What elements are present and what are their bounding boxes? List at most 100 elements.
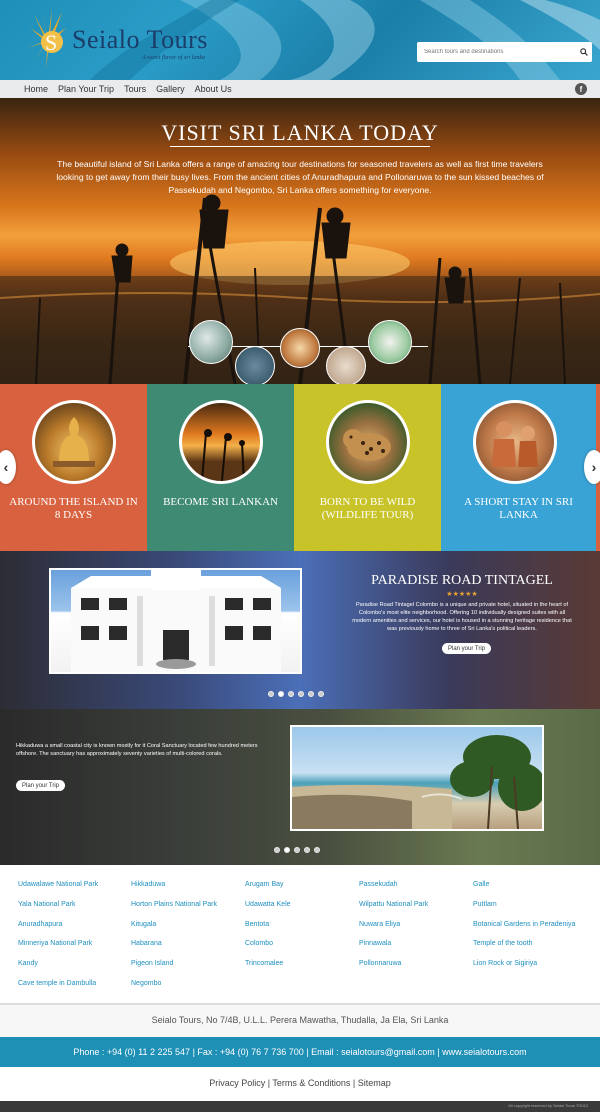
plan-your-trip-button[interactable]: Plan your Trip bbox=[442, 643, 492, 654]
hero-thumbnail-2[interactable] bbox=[235, 346, 275, 384]
tour-tile-short-stay[interactable]: A Short Stay in Sri Lanka bbox=[441, 384, 597, 551]
hotel-image bbox=[49, 568, 302, 674]
main-nav: Home Plan Your Trip Tours Gallery About … bbox=[0, 80, 600, 98]
slider-dot[interactable] bbox=[314, 847, 320, 853]
destination-link[interactable]: Pinnawala bbox=[359, 934, 428, 954]
destination-link[interactable]: Bentota bbox=[245, 915, 291, 935]
site-header: S Seialo Tours A sweet flavor of sri lan… bbox=[0, 0, 600, 80]
destination-link[interactable]: Horton Plains National Park bbox=[131, 895, 217, 915]
hero-thumbnail-5[interactable] bbox=[368, 320, 412, 364]
tour-tile-wildlife[interactable]: Born to be wild (Wildlife Tour) bbox=[294, 384, 442, 551]
slider-dot[interactable] bbox=[274, 847, 280, 853]
hero-thumbnail-1[interactable] bbox=[189, 320, 233, 364]
slider-dot[interactable] bbox=[294, 847, 300, 853]
hero-description: The beautiful island of Sri Lanka offers… bbox=[56, 159, 544, 195]
slider-dot[interactable] bbox=[298, 691, 304, 697]
hotel-rating-stars: ★★★★★ bbox=[446, 591, 478, 598]
destination-link[interactable]: Kitugala bbox=[131, 915, 217, 935]
tour-label: Born to be wild (Wildlife Tour) bbox=[319, 496, 416, 521]
destination-column-4: Passekudah Wilpattu National Park Nuwara… bbox=[359, 875, 428, 974]
slider-dot[interactable] bbox=[318, 691, 324, 697]
nav-item-gallery[interactable]: Gallery bbox=[156, 84, 185, 94]
destination-link[interactable]: Lion Rock or Sigiriya bbox=[473, 954, 575, 974]
plan-your-trip-button[interactable]: Plan your Trip bbox=[16, 780, 66, 791]
destination-link[interactable]: Trincomalee bbox=[245, 954, 291, 974]
destination-link[interactable]: Udawalawe National Park bbox=[18, 875, 98, 895]
destination-link[interactable]: Wilpattu National Park bbox=[359, 895, 428, 915]
brand-tagline: A sweet flavor of sri lanka bbox=[142, 55, 206, 61]
tour-carousel: Around the Island in 8 Days Become Sri L… bbox=[0, 384, 600, 551]
footer-links[interactable]: Privacy Policy | Terms & Conditions | Si… bbox=[0, 1067, 600, 1101]
footer-bottom-bar: All copyright reserved by Seialo Tours ©… bbox=[0, 1101, 600, 1112]
destination-link[interactable]: Galle bbox=[473, 875, 575, 895]
destination-column-1: Udawalawe National Park Yala National Pa… bbox=[18, 875, 98, 994]
destination-link[interactable]: Passekudah bbox=[359, 875, 428, 895]
search-input[interactable] bbox=[417, 49, 576, 55]
slider-dot-active[interactable] bbox=[278, 691, 284, 697]
sigiriya-frescoes-image bbox=[473, 400, 558, 484]
search-box bbox=[417, 42, 592, 62]
tour-tile-around-island[interactable]: Around the Island in 8 Days bbox=[0, 384, 148, 551]
destination-link[interactable]: Kandy bbox=[18, 954, 98, 974]
tour-label: A Short Stay in Sri Lanka bbox=[464, 496, 573, 521]
brand-name: Seialo Tours bbox=[72, 25, 208, 54]
destination-link[interactable]: Pollonnaruwa bbox=[359, 954, 428, 974]
destination-link[interactable]: Colombo bbox=[245, 934, 291, 954]
carousel-next-button[interactable]: › bbox=[584, 450, 600, 484]
destination-link[interactable]: Hikkaduwa bbox=[131, 875, 217, 895]
hotel-slider-dots bbox=[268, 691, 324, 697]
slider-dot[interactable] bbox=[308, 691, 314, 697]
hero-divider bbox=[170, 146, 430, 147]
site-logo[interactable]: S Seialo Tours A sweet flavor of sri lan… bbox=[28, 6, 208, 72]
leopard-image bbox=[326, 400, 411, 484]
slider-dot[interactable] bbox=[288, 691, 294, 697]
destination-column-3: Arugam Bay Udawatta Kele Bentota Colombo… bbox=[245, 875, 291, 974]
destination-link[interactable]: Habarana bbox=[131, 934, 217, 954]
slider-dot[interactable] bbox=[268, 691, 274, 697]
destination-link[interactable]: Temple of the tooth bbox=[473, 934, 575, 954]
sun-logo-icon: S bbox=[28, 6, 68, 72]
hero-thumbnail-4[interactable] bbox=[326, 346, 366, 384]
destination-description: Hikkaduwa a small coastal city is known … bbox=[16, 743, 258, 757]
hotel-title: Paradise Road Tintagel bbox=[371, 573, 553, 588]
hotel-feature-slider: Paradise Road Tintagel ★★★★★ Paradise Ro… bbox=[0, 551, 600, 709]
slider-dot[interactable] bbox=[304, 847, 310, 853]
hero-title: Visit Sri Lanka Today bbox=[161, 120, 439, 145]
nav-item-home[interactable]: Home bbox=[24, 84, 48, 94]
destination-link[interactable]: Pigeon Island bbox=[131, 954, 217, 974]
hero-banner: Visit Sri Lanka Today The beautiful isla… bbox=[0, 98, 600, 384]
nav-item-tours[interactable]: Tours bbox=[124, 84, 146, 94]
footer-contact: Phone : +94 (0) 11 2 225 547 | Fax : +94… bbox=[0, 1037, 600, 1067]
destination-slider-dots bbox=[274, 847, 320, 853]
destination-link[interactable]: Arugam Bay bbox=[245, 875, 291, 895]
footer-credit: All copyright reserved by Seialo Tours ©… bbox=[508, 1103, 588, 1108]
slider-dot-active[interactable] bbox=[284, 847, 290, 853]
nav-item-plan-your-trip[interactable]: Plan Your Trip bbox=[58, 84, 114, 94]
buddha-temple-image bbox=[32, 400, 116, 484]
destination-link[interactable]: Udawatta Kele bbox=[245, 895, 291, 915]
destination-link[interactable]: Anuradhapura bbox=[18, 915, 98, 935]
destination-column-2: Hikkaduwa Horton Plains National Park Ki… bbox=[131, 875, 217, 994]
destination-link[interactable]: Botanical Gardens in Peradeniya bbox=[473, 915, 575, 935]
search-icon[interactable] bbox=[576, 42, 592, 62]
facebook-icon[interactable]: f bbox=[575, 83, 587, 95]
destination-link[interactable]: Yala National Park bbox=[18, 895, 98, 915]
destination-feature-slider: Hikkaduwa a small coastal city is known … bbox=[0, 709, 600, 865]
destination-link[interactable]: Minneriya National Park bbox=[18, 934, 98, 954]
tour-tile-become-sri-lankan[interactable]: Become Sri Lankan bbox=[147, 384, 295, 551]
destination-link[interactable]: Nuwara Eliya bbox=[359, 915, 428, 935]
nav-item-about-us[interactable]: About Us bbox=[195, 84, 232, 94]
destination-column-5: Galle Puttlam Botanical Gardens in Perad… bbox=[473, 875, 575, 974]
destination-link[interactable]: Puttlam bbox=[473, 895, 575, 915]
hikkaduwa-beach-image bbox=[290, 725, 544, 831]
footer-address: Seialo Tours, No 7/4B, U.L.L. Perera Maw… bbox=[0, 1003, 600, 1037]
stilt-fishermen-thumbnail bbox=[179, 400, 264, 484]
hotel-description: Paradise Road Tintagel Colombo is a uniq… bbox=[352, 602, 572, 632]
destination-link[interactable]: Negombo bbox=[131, 974, 217, 994]
destination-link[interactable]: Cave temple in Dambulla bbox=[18, 974, 98, 994]
svg-text:S: S bbox=[45, 30, 57, 55]
tour-label: Become Sri Lankan bbox=[163, 496, 278, 508]
tour-label: Around the Island in 8 Days bbox=[9, 496, 138, 521]
hero-thumbnail-3[interactable] bbox=[280, 328, 320, 368]
destination-links: Udawalawe National Park Yala National Pa… bbox=[0, 865, 600, 1003]
